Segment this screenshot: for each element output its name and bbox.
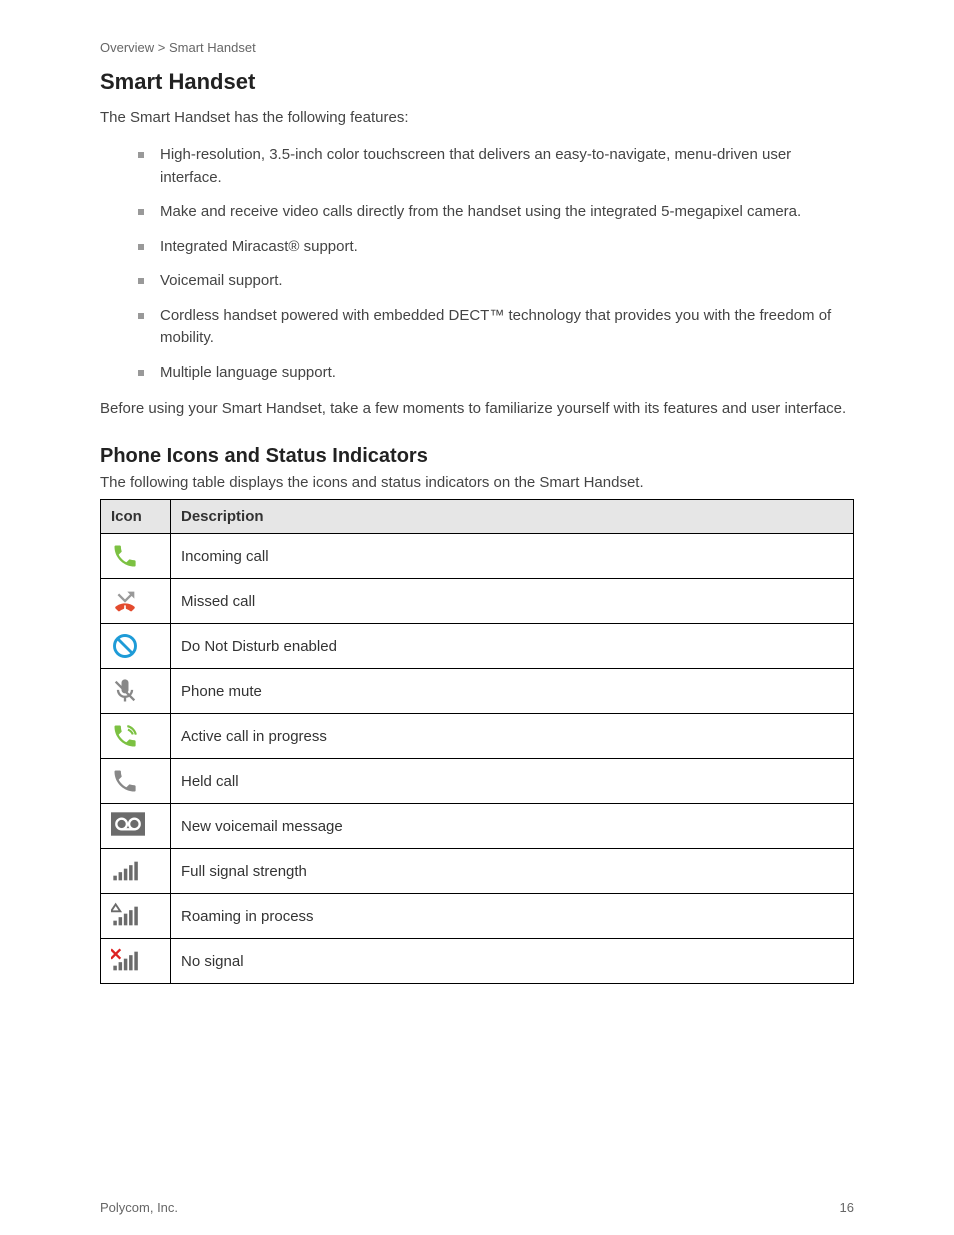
icon-desc: Phone mute <box>171 669 854 714</box>
held-call-icon <box>111 767 139 795</box>
icon-desc: Full signal strength <box>171 849 854 894</box>
breadcrumb: Overview > Smart Handset <box>100 40 854 55</box>
table-row: Full signal strength <box>101 849 854 894</box>
icon-desc: Incoming call <box>171 534 854 579</box>
icon-desc: Roaming in process <box>171 894 854 939</box>
table-row: New voicemail message <box>101 804 854 849</box>
list-item: Multiple language support. <box>160 356 854 391</box>
list-item: Integrated Miracast® support. <box>160 230 854 265</box>
phone-call-green-icon <box>111 542 139 570</box>
icons-intro: The following table displays the icons a… <box>100 474 854 491</box>
active-call-icon <box>111 722 139 750</box>
list-item: High-resolution, 3.5-inch color touchscr… <box>160 138 854 195</box>
table-row: Do Not Disturb enabled <box>101 624 854 669</box>
list-item: Cordless handset powered with embedded D… <box>160 299 854 356</box>
footer-company: Polycom, Inc. <box>100 1200 178 1215</box>
table-row: Missed call <box>101 579 854 624</box>
signal-roam-icon <box>111 902 139 930</box>
voicemail-icon <box>111 812 139 840</box>
icon-desc: Held call <box>171 759 854 804</box>
signal-full-icon <box>111 857 139 885</box>
table-header-desc: Description <box>171 500 854 534</box>
table-row: Phone mute <box>101 669 854 714</box>
table-row: Incoming call <box>101 534 854 579</box>
list-item: Voicemail support. <box>160 264 854 299</box>
table-row: No signal <box>101 939 854 984</box>
footer-page-number: 16 <box>840 1200 854 1215</box>
table-header-icon: Icon <box>101 500 171 534</box>
icons-heading: Phone Icons and Status Indicators <box>100 445 854 468</box>
icon-desc: Missed call <box>171 579 854 624</box>
table-row: Active call in progress <box>101 714 854 759</box>
mute-mic-icon <box>111 677 139 705</box>
icon-desc: Do Not Disturb enabled <box>171 624 854 669</box>
signal-none-icon <box>111 947 139 975</box>
section-heading: Smart Handset <box>100 69 854 95</box>
table-header-row: Icon Description <box>101 500 854 534</box>
section-note: Before using your Smart Handset, take a … <box>100 400 854 417</box>
feature-list: High-resolution, 3.5-inch color touchscr… <box>100 138 854 390</box>
table-row: Roaming in process <box>101 894 854 939</box>
missed-call-icon <box>111 587 139 615</box>
icon-desc: No signal <box>171 939 854 984</box>
list-item: Make and receive video calls directly fr… <box>160 195 854 230</box>
icons-table: Icon Description Incoming call Mi <box>100 499 854 984</box>
section-intro: The Smart Handset has the following feat… <box>100 109 854 126</box>
dnd-icon <box>111 632 139 660</box>
icon-desc: Active call in progress <box>171 714 854 759</box>
table-row: Held call <box>101 759 854 804</box>
icon-desc: New voicemail message <box>171 804 854 849</box>
